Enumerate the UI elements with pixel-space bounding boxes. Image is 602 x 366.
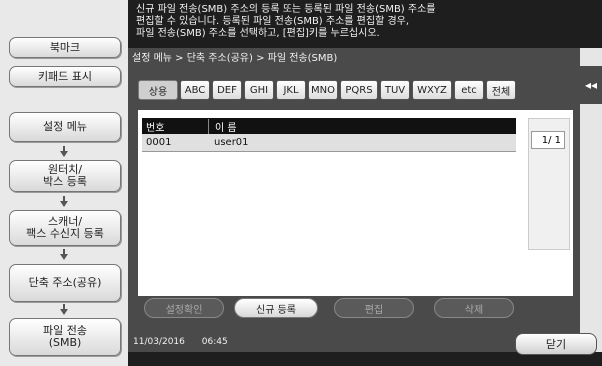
tab-ghi[interactable]: GHI <box>244 80 274 100</box>
breadcrumb: 설정 메뉴 > 단축 주소(공유) > 파일 전송(SMB) <box>132 53 338 64</box>
page-panel: 1/ 1 <box>528 118 570 250</box>
step-file-transfer-smb[interactable]: 파일 전송 (SMB) <box>9 318 121 356</box>
row-number: 0001 <box>146 137 172 148</box>
down-arrow-icon <box>60 196 68 207</box>
step-settings-menu[interactable]: 설정 메뉴 <box>9 112 121 142</box>
down-arrow-icon <box>60 304 68 315</box>
tab-abc[interactable]: ABC <box>180 80 210 100</box>
action-bar: 설정확인 신규 등록 편집 삭제 <box>138 298 573 328</box>
index-tabs: 상용 ABC DEF GHI JKL MNO PQRS TUV WXYZ etc… <box>138 80 518 100</box>
time-text: 06:45 <box>201 337 228 347</box>
address-table: 번호 이 름 0001 user01 <box>142 118 516 152</box>
double-left-chevron-icon[interactable]: ◂◂ <box>580 66 602 104</box>
step-onetouch-box[interactable]: 원터치/ 박스 등록 <box>9 160 121 192</box>
main-panel: 설정 메뉴 > 단축 주소(공유) > 파일 전송(SMB) 상용 ABC DE… <box>128 48 580 352</box>
tab-jkl[interactable]: JKL <box>276 80 306 100</box>
tab-frequent[interactable]: 상용 <box>138 80 178 100</box>
delete-button[interactable]: 삭제 <box>434 298 514 318</box>
step-shortcut-address[interactable]: 단축 주소(공유) <box>9 264 121 302</box>
tab-etc[interactable]: etc <box>454 80 484 100</box>
table-row[interactable]: 0001 user01 <box>142 134 516 152</box>
page-indicator: 1/ 1 <box>531 131 565 149</box>
column-name-header: 이 름 <box>215 122 237 134</box>
left-panel: 북마크 키패드 표시 설정 메뉴 원터치/ 박스 등록 스캐너/ 팩스 수신지 … <box>0 0 128 366</box>
down-arrow-icon <box>60 249 68 260</box>
step-scanner-fax-destination[interactable]: 스캐너/ 팩스 수신지 등록 <box>9 210 121 246</box>
bookmark-button[interactable]: 북마크 <box>9 37 121 58</box>
edit-button[interactable]: 편집 <box>334 298 414 318</box>
confirm-settings-button[interactable]: 설정확인 <box>144 298 224 318</box>
new-registration-button[interactable]: 신규 등록 <box>234 298 318 318</box>
keypad-display-button[interactable]: 키패드 표시 <box>9 66 121 87</box>
instruction-message: 신규 파일 전송(SMB) 주소의 등록 또는 등록된 파일 전송(SMB) 주… <box>128 0 602 48</box>
tab-pqrs[interactable]: PQRS <box>340 80 378 100</box>
tab-tuv[interactable]: TUV <box>380 80 410 100</box>
down-arrow-icon <box>60 146 68 157</box>
address-list-area: 번호 이 름 0001 user01 1/ 1 <box>138 110 573 296</box>
datetime: 11/03/2016 06:45 <box>133 337 228 347</box>
screen: 북마크 키패드 표시 설정 메뉴 원터치/ 박스 등록 스캐너/ 팩스 수신지 … <box>0 0 602 366</box>
tab-def[interactable]: DEF <box>212 80 242 100</box>
close-button[interactable]: 닫기 <box>515 333 597 355</box>
table-header: 번호 이 름 <box>142 118 516 134</box>
date-text: 11/03/2016 <box>133 337 185 347</box>
tab-wxyz[interactable]: WXYZ <box>412 80 452 100</box>
tab-mno[interactable]: MNO <box>308 80 338 100</box>
tab-all[interactable]: 전체 <box>486 80 516 100</box>
row-name: user01 <box>214 137 249 148</box>
column-number-header: 번호 <box>142 118 209 134</box>
